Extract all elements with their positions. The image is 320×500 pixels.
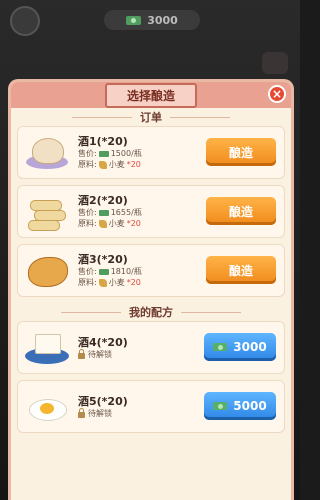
wheat-icon — [98, 160, 107, 169]
cash-icon — [98, 209, 109, 216]
brew-select-modal: 选择酿造 × 订单 酒1(*20) 售价: 1500/瓶 原料: 小麦 *20 … — [8, 79, 294, 500]
recipes-section-header: 我的配方 — [11, 303, 291, 321]
cash-icon — [213, 402, 228, 410]
lock-icon — [78, 348, 85, 359]
modal-title: 选择酿造 — [104, 82, 197, 108]
gift-icon[interactable] — [262, 52, 288, 74]
modal-header: 选择酿造 × — [11, 82, 291, 108]
avatar[interactable] — [10, 6, 40, 36]
recipes-list: 酒4(*20) 待解锁 3000 酒5(*20) 待解锁 5000 — [11, 321, 291, 433]
divider — [61, 311, 121, 313]
divider — [181, 311, 241, 313]
wheat-icon — [98, 278, 107, 287]
orders-title: 订单 — [140, 111, 162, 124]
recipe-card: 酒4(*20) 待解锁 3000 — [17, 321, 285, 374]
coin-counter: 3000 — [104, 10, 200, 30]
cash-icon — [98, 268, 109, 275]
order-card: 酒2(*20) 售价: 1655/瓶 原料: 小麦 *20 酿造 — [17, 185, 285, 238]
cash-icon — [98, 150, 109, 157]
orders-list: 酒1(*20) 售价: 1500/瓶 原料: 小麦 *20 酿造 酒2(*20)… — [11, 126, 291, 297]
egg-icon — [22, 385, 72, 429]
order-card: 酒3(*20) 售价: 1810/瓶 原料: 小麦 *20 酿造 — [17, 244, 285, 297]
brew-button[interactable]: 酿造 — [206, 138, 276, 166]
divider — [170, 116, 230, 118]
lock-icon — [78, 407, 85, 418]
roll-icon — [22, 190, 72, 234]
orders-section-header: 订单 — [11, 108, 291, 126]
bun-icon — [22, 131, 72, 175]
unlock-button[interactable]: 5000 — [204, 392, 276, 420]
recipe-card: 酒5(*20) 待解锁 5000 — [17, 380, 285, 433]
unlock-button[interactable]: 3000 — [204, 333, 276, 361]
brew-button[interactable]: 酿造 — [206, 197, 276, 225]
close-button[interactable]: × — [268, 85, 286, 103]
top-bar: 3000 — [0, 0, 300, 40]
order-card: 酒1(*20) 售价: 1500/瓶 原料: 小麦 *20 酿造 — [17, 126, 285, 179]
divider — [72, 116, 132, 118]
wheat-icon — [98, 219, 107, 228]
pastry-icon — [22, 249, 72, 293]
cash-icon — [126, 15, 142, 25]
tofu-icon — [22, 326, 72, 370]
recipes-title: 我的配方 — [129, 306, 173, 319]
brew-button[interactable]: 酿造 — [206, 256, 276, 284]
coin-amount: 3000 — [147, 13, 178, 27]
cash-icon — [213, 343, 228, 351]
